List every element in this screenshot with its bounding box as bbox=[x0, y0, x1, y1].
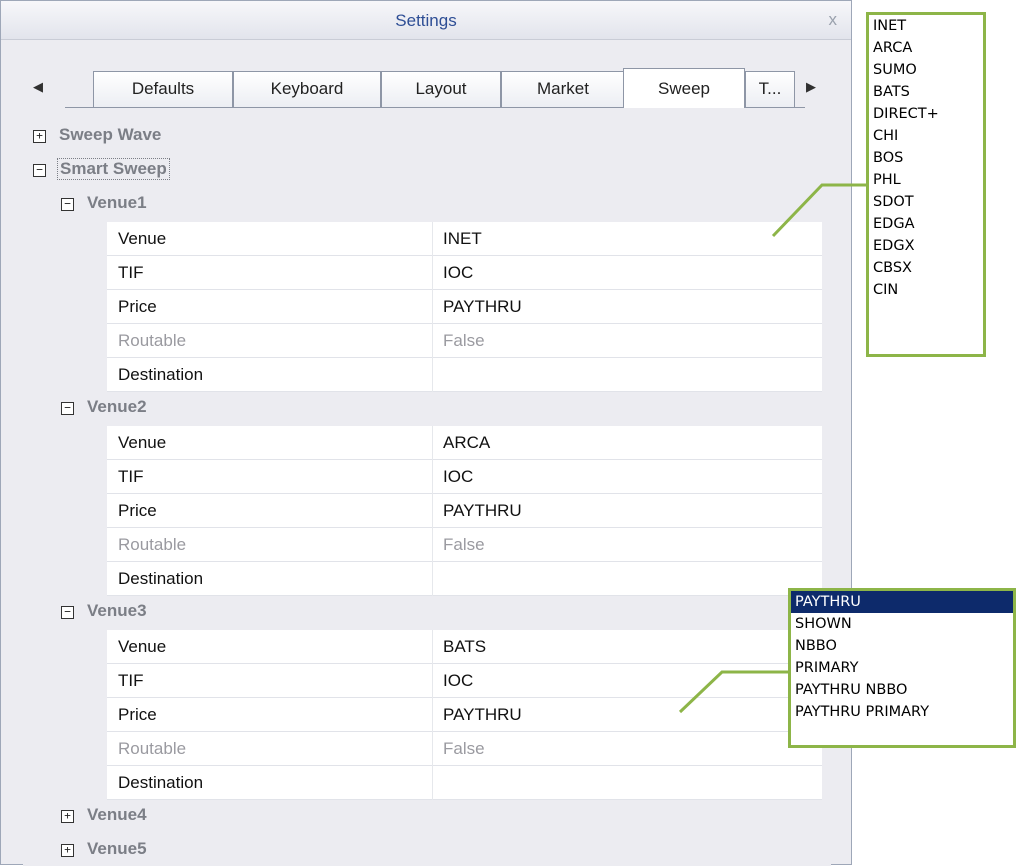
dropdown-option[interactable]: EDGA bbox=[869, 213, 983, 235]
dropdown-option[interactable]: ARCA bbox=[869, 37, 983, 59]
dropdown-option[interactable]: NBBO bbox=[791, 635, 1013, 657]
dropdown-option[interactable]: SDOT bbox=[869, 191, 983, 213]
venue-callout-line bbox=[771, 183, 866, 238]
dropdown-option[interactable]: BOS bbox=[869, 147, 983, 169]
dropdown-option[interactable]: CIN bbox=[869, 279, 983, 301]
dropdown-option[interactable]: PHL bbox=[869, 169, 983, 191]
dropdown-option[interactable]: BATS bbox=[869, 81, 983, 103]
price-callout-line bbox=[678, 670, 788, 714]
dropdown-option-selected[interactable]: PAYTHRU bbox=[791, 591, 1013, 613]
dropdown-option[interactable]: EDGX bbox=[869, 235, 983, 257]
dropdown-option[interactable]: INET bbox=[869, 15, 983, 37]
dropdown-option[interactable]: PAYTHRU NBBO bbox=[791, 679, 1013, 701]
tab-sweep[interactable]: Sweep bbox=[623, 68, 745, 108]
venue-dropdown-list: INET ARCA SUMO BATS DIRECT+ CHI BOS PHL … bbox=[866, 12, 986, 357]
dropdown-option[interactable]: CHI bbox=[869, 125, 983, 147]
price-dropdown-list: PAYTHRU SHOWN NBBO PRIMARY PAYTHRU NBBO … bbox=[788, 588, 1016, 748]
dropdown-option[interactable]: DIRECT+ bbox=[869, 103, 983, 125]
dropdown-option[interactable]: CBSX bbox=[869, 257, 983, 279]
dropdown-option[interactable]: PRIMARY bbox=[791, 657, 1013, 679]
dropdown-option[interactable]: SHOWN bbox=[791, 613, 1013, 635]
dropdown-option[interactable]: PAYTHRU PRIMARY bbox=[791, 701, 1013, 723]
dropdown-option[interactable]: SUMO bbox=[869, 59, 983, 81]
